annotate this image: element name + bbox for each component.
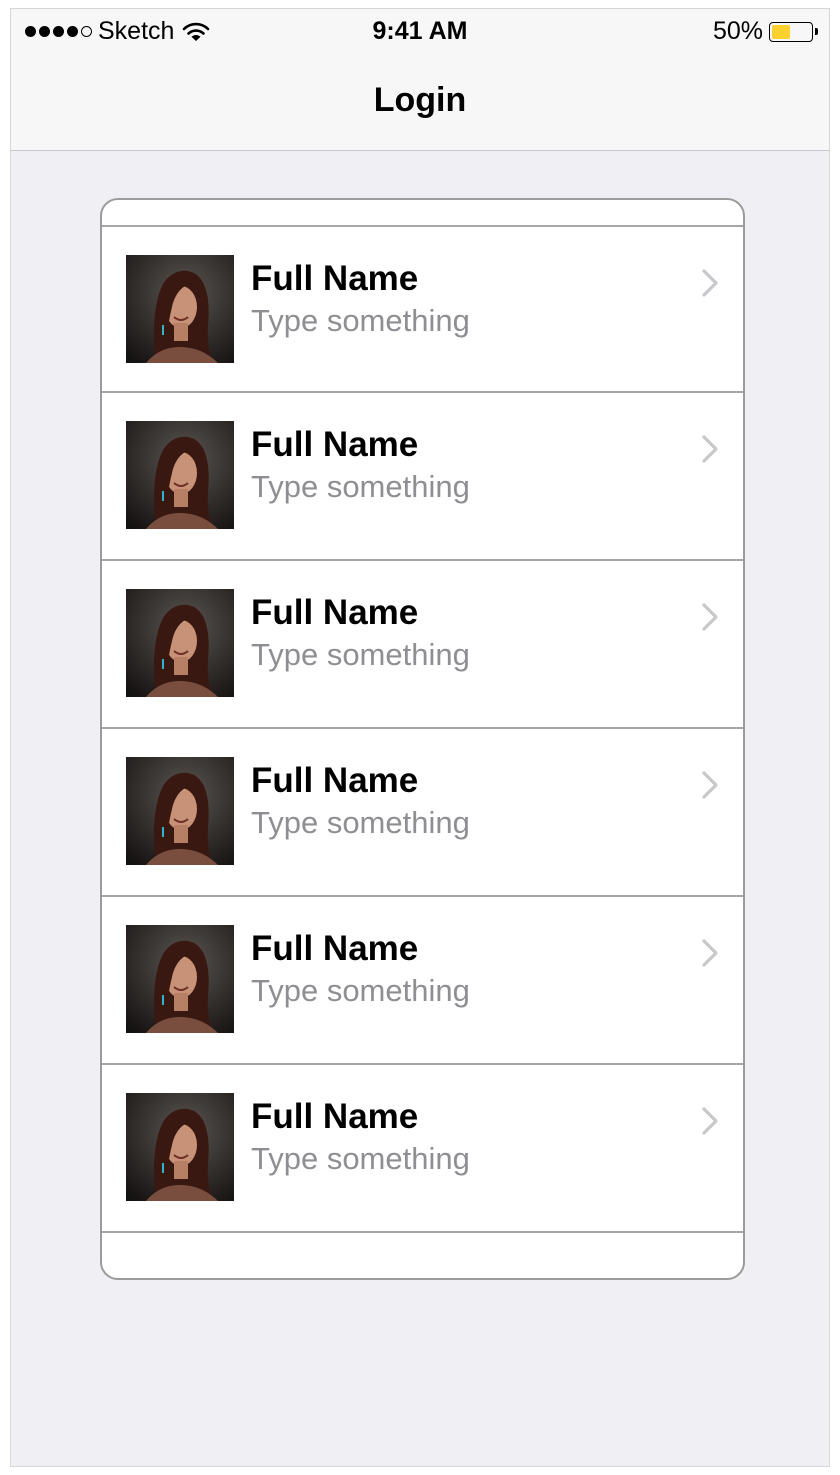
avatar-photo: [126, 589, 234, 697]
item-title: Full Name: [251, 761, 419, 800]
status-right: 50%: [712, 17, 818, 46]
item-subtitle: Type something: [251, 1141, 470, 1176]
list-top-spacer: [102, 200, 743, 227]
avatar: [126, 925, 234, 1033]
list-item[interactable]: Full Name Type something: [102, 561, 743, 729]
list-item[interactable]: Full Name Type something: [102, 729, 743, 897]
battery-percentage: 50%: [712, 17, 763, 45]
battery-icon: [769, 21, 818, 42]
phone-screen: Sketch 9:41 AM 50% Login Full Name Type …: [10, 8, 830, 1467]
chevron-right-icon: [702, 771, 718, 799]
chevron-right-icon: [702, 939, 718, 967]
item-subtitle: Type something: [251, 637, 470, 672]
avatar: [126, 255, 234, 363]
item-title: Full Name: [251, 425, 419, 464]
avatar: [126, 421, 234, 529]
chevron-right-icon: [702, 603, 718, 631]
item-title: Full Name: [251, 1097, 419, 1136]
avatar: [126, 757, 234, 865]
list-item[interactable]: Full Name Type something: [102, 227, 743, 393]
item-title: Full Name: [251, 929, 419, 968]
list-item[interactable]: Full Name Type something: [102, 1065, 743, 1233]
nav-title: Login: [373, 81, 467, 119]
battery-level-fill: [772, 24, 790, 39]
status-time: 9:41 AM: [372, 17, 468, 45]
battery-tip: [815, 27, 818, 35]
list-rows: Full Name Type something Full Name Type …: [102, 227, 743, 1233]
list-item[interactable]: Full Name Type something: [102, 393, 743, 561]
list-item[interactable]: Full Name Type something: [102, 897, 743, 1065]
avatar: [126, 589, 234, 697]
contacts-list-card: Full Name Type something Full Name Type …: [100, 198, 745, 1280]
chevron-right-icon: [702, 269, 718, 297]
item-subtitle: Type something: [251, 469, 470, 504]
avatar-photo: [126, 925, 234, 1033]
avatar: [126, 1093, 234, 1201]
item-title: Full Name: [251, 259, 419, 298]
avatar-photo: [126, 1093, 234, 1201]
avatar-photo: [126, 421, 234, 529]
status-bar: Sketch 9:41 AM 50%: [11, 9, 829, 57]
chevron-right-icon: [702, 435, 718, 463]
item-subtitle: Type something: [251, 303, 470, 338]
avatar-photo: [126, 255, 234, 363]
chevron-right-icon: [702, 1107, 718, 1135]
item-subtitle: Type something: [251, 805, 470, 840]
item-title: Full Name: [251, 593, 419, 632]
avatar-photo: [126, 757, 234, 865]
top-bar: Sketch 9:41 AM 50% Login: [11, 9, 829, 151]
item-subtitle: Type something: [251, 973, 470, 1008]
